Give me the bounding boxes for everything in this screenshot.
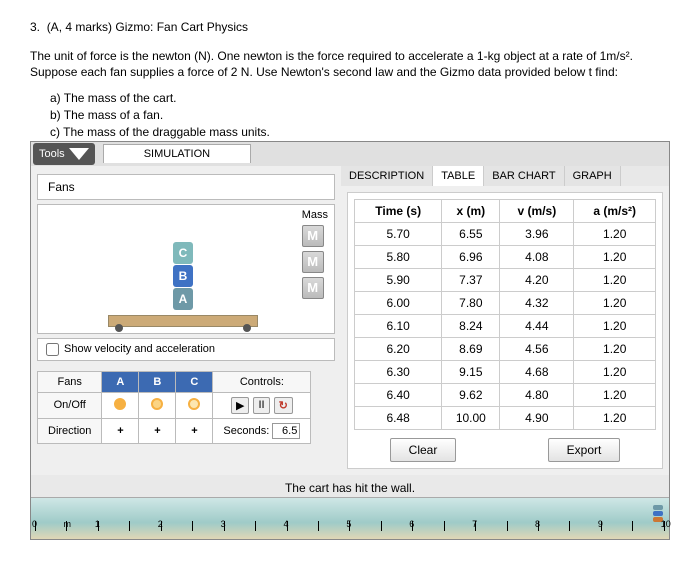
tab-description[interactable]: DESCRIPTION <box>341 166 433 186</box>
onoff-c[interactable] <box>176 392 213 418</box>
mass-unit[interactable]: M <box>302 277 324 299</box>
controls-label: Controls: <box>213 371 311 392</box>
table-row: 6.4810.004.901.20 <box>355 406 656 429</box>
onoff-b[interactable] <box>139 392 176 418</box>
tab-graph[interactable]: GRAPH <box>565 166 621 186</box>
col-a: a (m/s²) <box>574 199 656 222</box>
onoff-a[interactable] <box>102 392 139 418</box>
mass-unit[interactable]: M <box>302 251 324 273</box>
row-direction-label: Direction <box>38 418 102 443</box>
simulation-tab[interactable]: SIMULATION <box>103 144 251 163</box>
table-row: 6.309.154.681.20 <box>355 360 656 383</box>
table-row: 5.706.553.961.20 <box>355 222 656 245</box>
table-row: 5.907.374.201.20 <box>355 268 656 291</box>
row-onoff-label: On/Off <box>38 392 102 418</box>
fan-col-c[interactable]: C <box>176 371 213 392</box>
tab-bar-chart[interactable]: BAR CHART <box>484 166 564 186</box>
clear-button[interactable]: Clear <box>390 438 457 462</box>
tools-menu[interactable]: Tools <box>33 143 95 165</box>
hit-wall-message: The cart has hit the wall. <box>31 475 669 497</box>
table-row: 6.409.624.801.20 <box>355 383 656 406</box>
dir-c[interactable]: + <box>176 418 213 443</box>
reset-icon[interactable]: ↻ <box>274 397 293 414</box>
part-c: c) The mass of the draggable mass units. <box>50 124 670 141</box>
col-x: x (m) <box>442 199 500 222</box>
question-intro: The unit of force is the newton (N). One… <box>30 48 670 80</box>
table-row: 6.108.244.441.20 <box>355 314 656 337</box>
table-row: 5.806.964.081.20 <box>355 245 656 268</box>
play-controls[interactable]: ▶II ↻ <box>213 392 311 418</box>
question-number: 3. <box>30 20 40 34</box>
fan-col-b[interactable]: B <box>139 371 176 392</box>
tab-table[interactable]: TABLE <box>433 166 484 186</box>
table-row: 6.208.694.561.20 <box>355 337 656 360</box>
ruler: 0m12345678910 <box>31 497 669 539</box>
fan-col-a[interactable]: A <box>102 371 139 392</box>
part-b: b) The mass of a fan. <box>50 107 670 124</box>
show-velocity-label: Show velocity and acceleration <box>64 343 215 355</box>
part-a: a) The mass of the cart. <box>50 90 670 107</box>
export-button[interactable]: Export <box>548 438 621 462</box>
data-table: Time (s) x (m) v (m/s) a (m/s²) 5.706.55… <box>354 199 656 430</box>
col-time: Time (s) <box>355 199 442 222</box>
show-velocity-checkbox[interactable] <box>46 343 59 356</box>
fan-b[interactable]: B <box>173 265 193 287</box>
fan-a[interactable]: A <box>173 288 193 310</box>
dir-a[interactable]: + <box>102 418 139 443</box>
fans-panel-title: Fans <box>37 174 335 200</box>
cart-stage[interactable]: Mass M M M C B A <box>37 204 335 334</box>
fan-c[interactable]: C <box>173 242 193 264</box>
row-fans-label: Fans <box>38 371 102 392</box>
table-row: 6.007.804.321.20 <box>355 291 656 314</box>
question-meta: (A, 4 marks) Gizmo: Fan Cart Physics <box>47 20 248 34</box>
pause-icon[interactable]: II <box>253 397 269 414</box>
col-v: v (m/s) <box>500 199 574 222</box>
dir-b[interactable]: + <box>139 418 176 443</box>
seconds-input[interactable] <box>272 423 300 439</box>
mass-unit[interactable]: M <box>302 225 324 247</box>
mass-label: Mass <box>302 209 328 221</box>
play-icon[interactable]: ▶ <box>231 397 249 414</box>
cart[interactable]: C B A <box>108 247 258 327</box>
seconds-cell: Seconds: <box>213 418 311 443</box>
